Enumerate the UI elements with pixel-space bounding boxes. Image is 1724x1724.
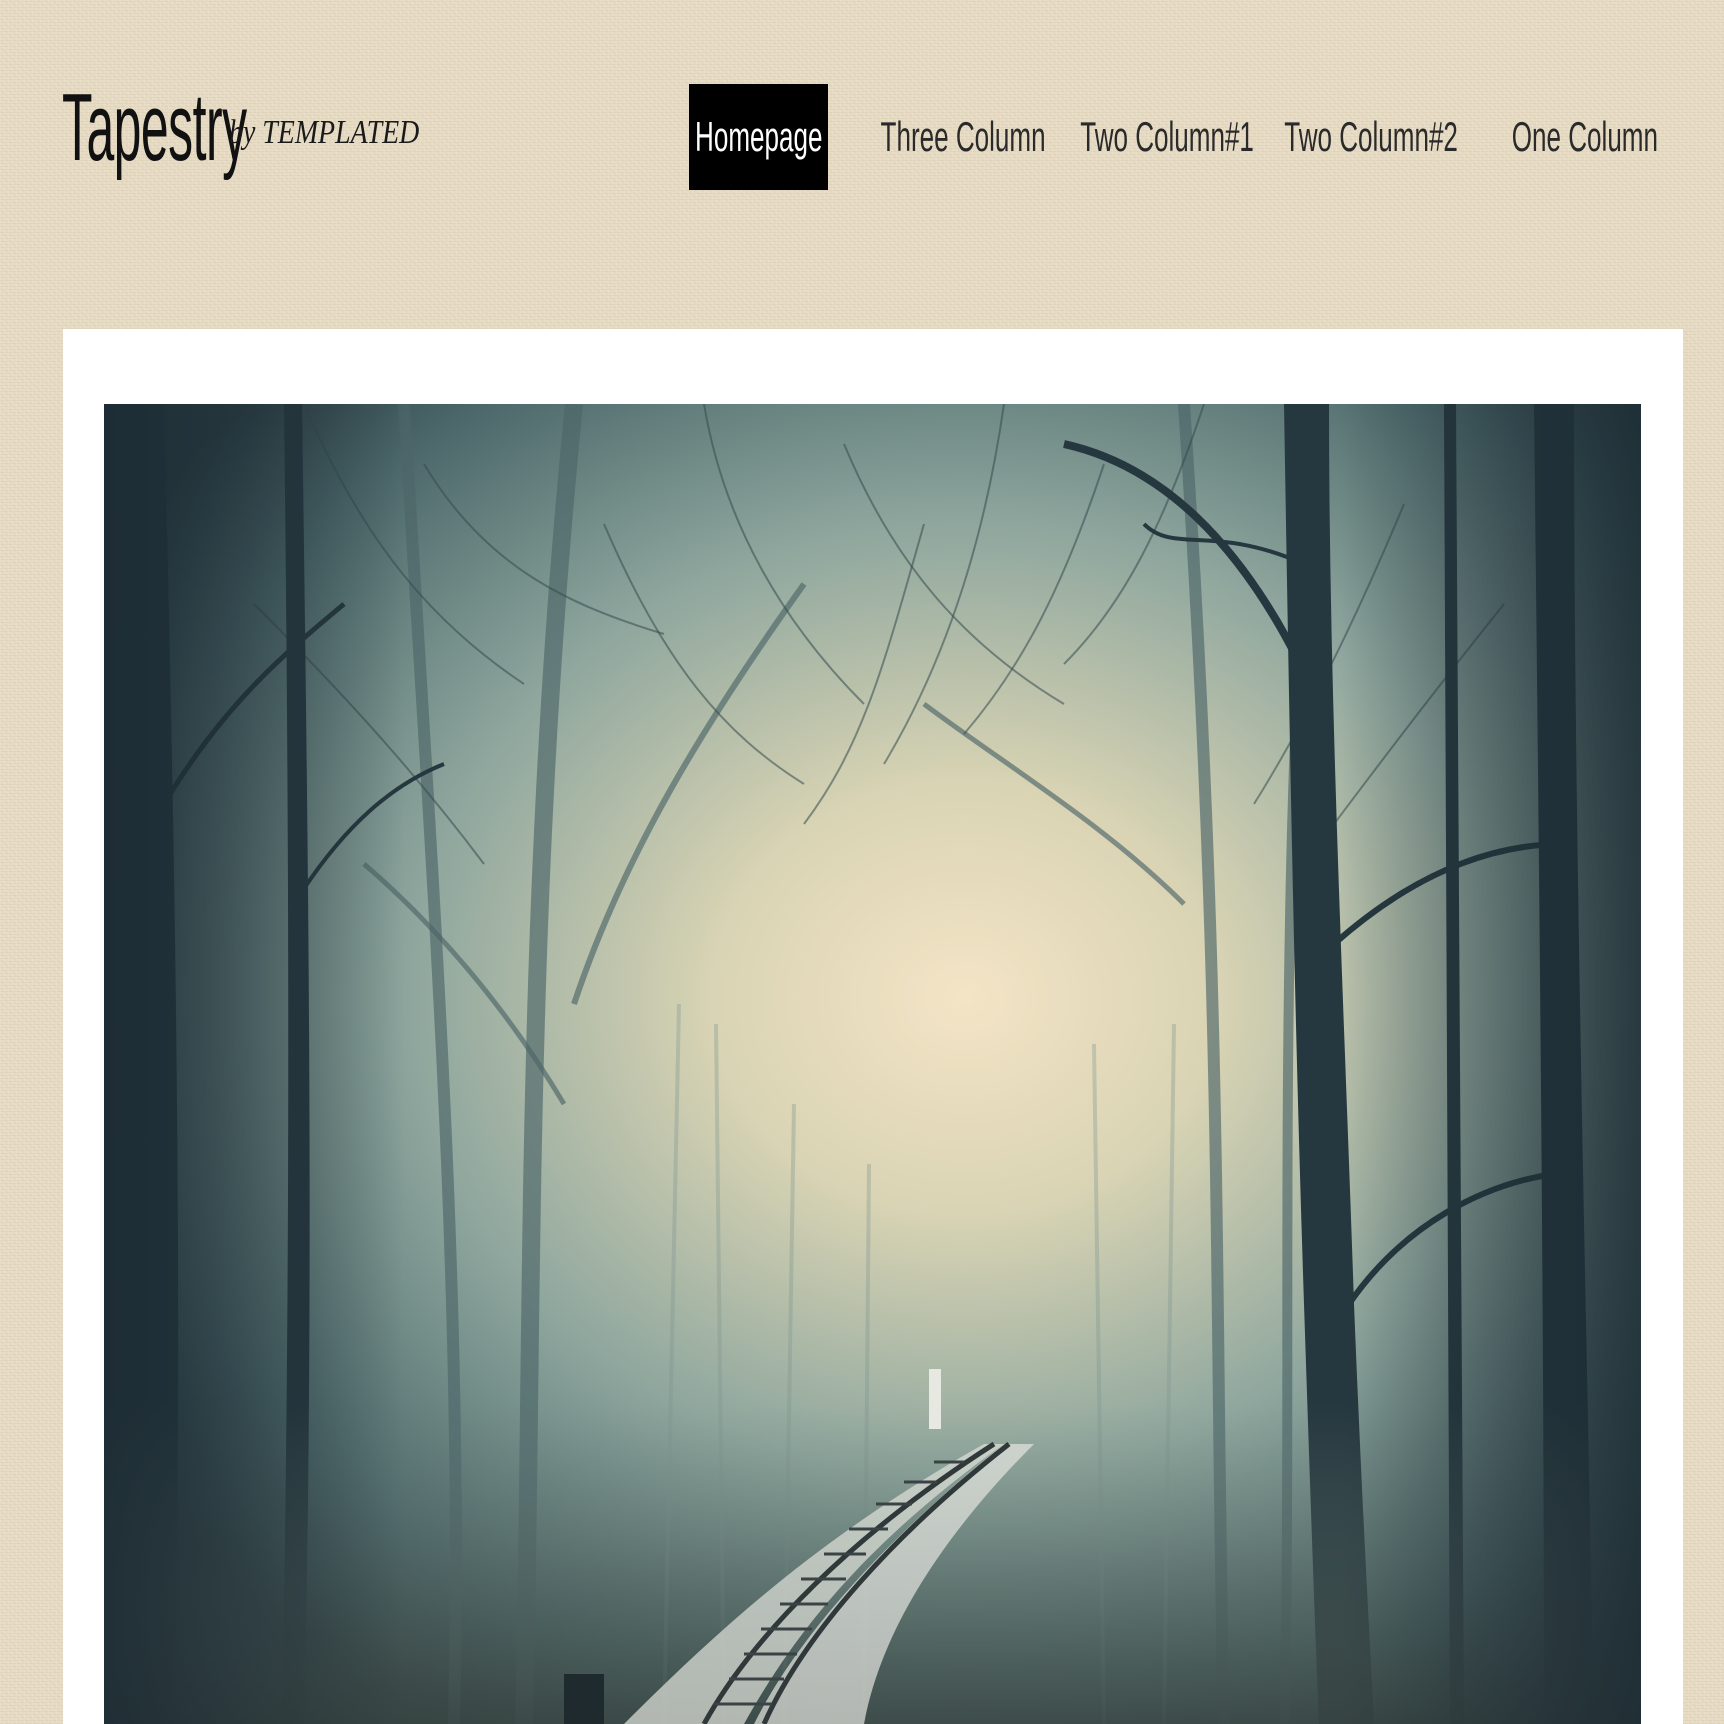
main-nav: Homepage Three Column Two Column#1 Two C…	[0, 84, 1724, 190]
nav-item-label: Two Column#2	[1284, 113, 1459, 160]
nav-item-label: Three Column	[880, 113, 1046, 160]
site-header: Tapestry by TEMPLATED Homepage Three Col…	[0, 0, 1724, 250]
nav-item-two-column-1[interactable]: Two Column#1	[1080, 84, 1255, 190]
nav-item-label: One Column	[1511, 113, 1659, 160]
nav-item-label: Homepage	[694, 113, 823, 160]
nav-item-label: Two Column#1	[1080, 113, 1255, 160]
nav-item-two-column-2[interactable]: Two Column#2	[1284, 84, 1459, 190]
hero-image	[104, 404, 1641, 1724]
content-panel	[63, 329, 1683, 1724]
forest-railway-illustration	[104, 404, 1641, 1724]
nav-item-one-column[interactable]: One Column	[1505, 84, 1665, 190]
nav-item-homepage[interactable]: Homepage	[689, 84, 828, 190]
nav-item-three-column[interactable]: Three Column	[878, 84, 1048, 190]
